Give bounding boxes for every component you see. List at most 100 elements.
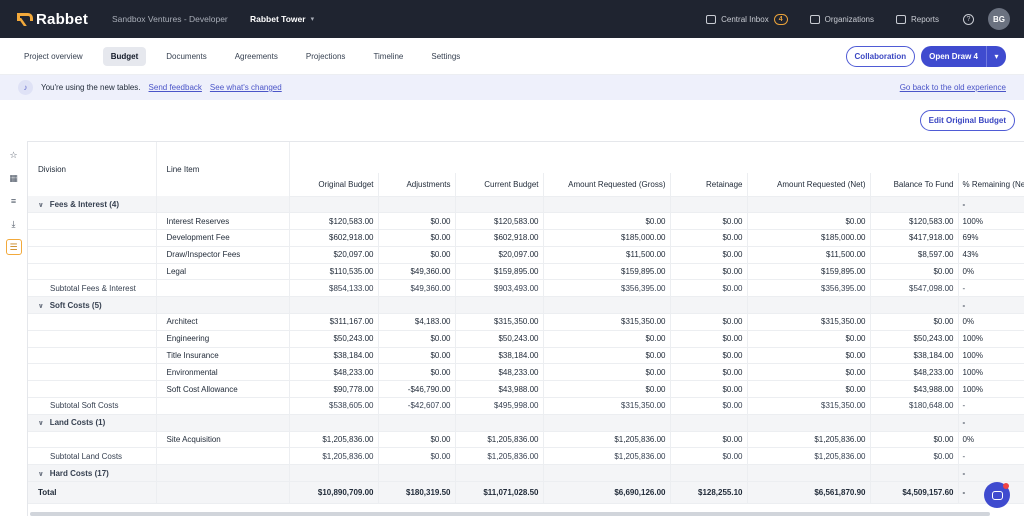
col-amount-requested-net[interactable]: Amount Requested (Net) [747,173,871,197]
open-draw-button[interactable]: Open Draw 4 [921,45,986,67]
table-row[interactable]: Legal $110,535.00 $49,360.00 $159,895.00 $15… [28,263,1024,281]
reports-link[interactable]: Reports [895,14,939,24]
help-icon[interactable]: ? [963,13,974,25]
cell-line-item: Soft Cost Allowance [156,380,290,399]
cell-percent-remaining: - [958,414,1024,432]
cell [455,414,544,432]
cell-division: Subtotal Land Costs [28,447,157,466]
edit-original-budget-button[interactable]: Edit Original Budget [919,110,1015,131]
central-inbox-link[interactable]: Central Inbox 4 [706,13,788,25]
whats-changed-link[interactable]: See what's changed [210,83,282,92]
cell [378,196,456,214]
cell-percent-remaining: 0% [958,431,1024,449]
chevron-down-icon[interactable]: ∨ [38,201,44,209]
cell-adjustments: $49,360.00 [378,279,456,298]
cell [289,296,379,315]
cell-division: Subtotal Soft Costs [28,397,157,415]
cell [156,196,290,214]
tab-agreements[interactable]: Agreements [227,47,286,66]
col-percent-remaining[interactable]: % Remaining (Net) [958,173,1024,197]
tab-project-overview[interactable]: Project overview [16,47,91,66]
project-switcher[interactable]: Rabbet Tower ▾ [250,14,314,24]
col-amount-requested-gross[interactable]: Amount Requested (Gross) [543,173,671,197]
cell [455,296,544,315]
col-division[interactable]: Division [28,142,157,196]
cell-original-budget: $110,535.00 [289,263,379,281]
subtotal-row[interactable]: Subtotal Land Costs $1,205,836.00 $0.00 $1,… [28,447,1024,466]
group-toggle[interactable]: ∨ Land Costs (1) [28,414,157,432]
group-row[interactable]: ∨ Hard Costs (17) - [28,464,1024,483]
filter-icon[interactable]: ≡ [6,193,22,209]
cell [378,414,456,432]
download-icon[interactable]: ⤓ [6,216,22,232]
subtotal-row[interactable]: Subtotal Soft Costs $538,605.00 -$42,607.0… [28,397,1024,415]
group-row[interactable]: ∨ Fees & Interest (4) - [28,196,1024,214]
central-inbox-label: Central Inbox [721,14,769,24]
table-view-icon[interactable]: ☰ [5,239,22,255]
table-row[interactable]: Soft Cost Allowance $90,778.00 -$46,790.00… [28,380,1024,399]
cell-percent-remaining: 0% [958,313,1024,331]
new-tables-notice: ♪ You're using the new tables. Send feed… [0,75,1024,100]
total-row: Total $10,890,709.00 $180,319.50 $11,071,02… [28,481,1024,505]
tab-budget[interactable]: Budget [102,46,147,66]
table-row[interactable]: Engineering $50,243.00 $0.00 $50,243.00 $0.0… [28,330,1024,348]
project-subnav: Project overview Budget Documents Agreem… [0,38,1024,75]
star-icon[interactable]: ☆ [6,147,22,163]
cell-balance-to-fund: $180,648.00 [870,397,959,415]
columns-icon[interactable]: ▦ [6,170,22,186]
group-toggle[interactable]: ∨ Soft Costs (5) [28,296,157,315]
collaboration-button[interactable]: Collaboration [845,45,916,67]
col-adjustments[interactable]: Adjustments [378,173,456,197]
table-row[interactable]: Title Insurance $38,184.00 $0.00 $38,184.00… [28,347,1024,365]
subtotal-row[interactable]: Subtotal Fees & Interest $854,133.00 $49,3… [28,279,1024,298]
tab-timeline[interactable]: Timeline [365,47,411,66]
send-feedback-link[interactable]: Send feedback [149,83,202,92]
old-experience-link[interactable]: Go back to the old experience [900,83,1006,92]
table-row[interactable]: Architect $311,167.00 $4,183.00 $315,350.00… [28,313,1024,331]
cell [156,296,290,315]
tab-documents[interactable]: Documents [158,47,214,66]
chevron-down-icon[interactable]: ▾ [986,45,1006,67]
group-toggle[interactable]: ∨ Fees & Interest (4) [28,196,157,214]
cell-amount-requested-net: $0.00 [747,363,871,382]
horizontal-scrollbar[interactable] [30,512,990,516]
cell-line-item: Development Fee [156,229,290,247]
cell [870,414,959,432]
chevron-down-icon[interactable]: ∨ [38,302,44,310]
cell-adjustments: $0.00 [378,363,456,382]
cell-amount-requested-gross: $0.00 [543,363,671,382]
tab-settings[interactable]: Settings [423,47,468,66]
notification-dot [1003,483,1009,489]
col-retainage[interactable]: Retainage [670,173,748,197]
cell [289,196,379,214]
col-line-item[interactable]: Line Item [156,142,290,196]
group-row[interactable]: ∨ Soft Costs (5) - [28,296,1024,315]
organizations-link[interactable]: Organizations [809,14,874,24]
chat-button[interactable] [984,482,1010,508]
group-row[interactable]: ∨ Land Costs (1) - [28,414,1024,432]
table-row[interactable]: Development Fee $602,918.00 $0.00 $602,918.… [28,229,1024,247]
cell-percent-remaining: - [958,447,1024,466]
cell-division [28,246,157,264]
tab-projections[interactable]: Projections [298,47,354,66]
cell-line-item: Architect [156,313,290,331]
table-row[interactable]: Site Acquisition $1,205,836.00 $0.00 $1,205… [28,431,1024,449]
col-original-budget[interactable]: Original Budget [289,173,379,197]
avatar[interactable]: BG [988,8,1010,30]
chevron-down-icon[interactable]: ∨ [38,419,44,427]
cell-retainage: $0.00 [670,380,748,399]
table-row[interactable]: Interest Reserves $120,583.00 $0.00 $120,58… [28,212,1024,231]
cell-percent-remaining: 43% [958,246,1024,264]
cell-current-budget: $315,350.00 [455,313,544,331]
table-row[interactable]: Environmental $48,233.00 $0.00 $48,233.00 $0… [28,363,1024,382]
table-row[interactable]: Draw/Inspector Fees $20,097.00 $0.00 $20,09… [28,246,1024,264]
cell-retainage: $0.00 [670,397,748,415]
logo[interactable]: Rabbet [16,11,108,28]
group-toggle[interactable]: ∨ Hard Costs (17) [28,464,157,483]
cell-line-item: Engineering [156,330,290,348]
col-current-budget[interactable]: Current Budget [455,173,544,197]
cell-balance-to-fund: $0.00 [870,263,959,281]
col-balance-to-fund[interactable]: Balance To Fund [870,173,959,197]
chevron-down-icon[interactable]: ∨ [38,470,44,478]
total-cell: $6,561,870.90 [747,481,871,505]
